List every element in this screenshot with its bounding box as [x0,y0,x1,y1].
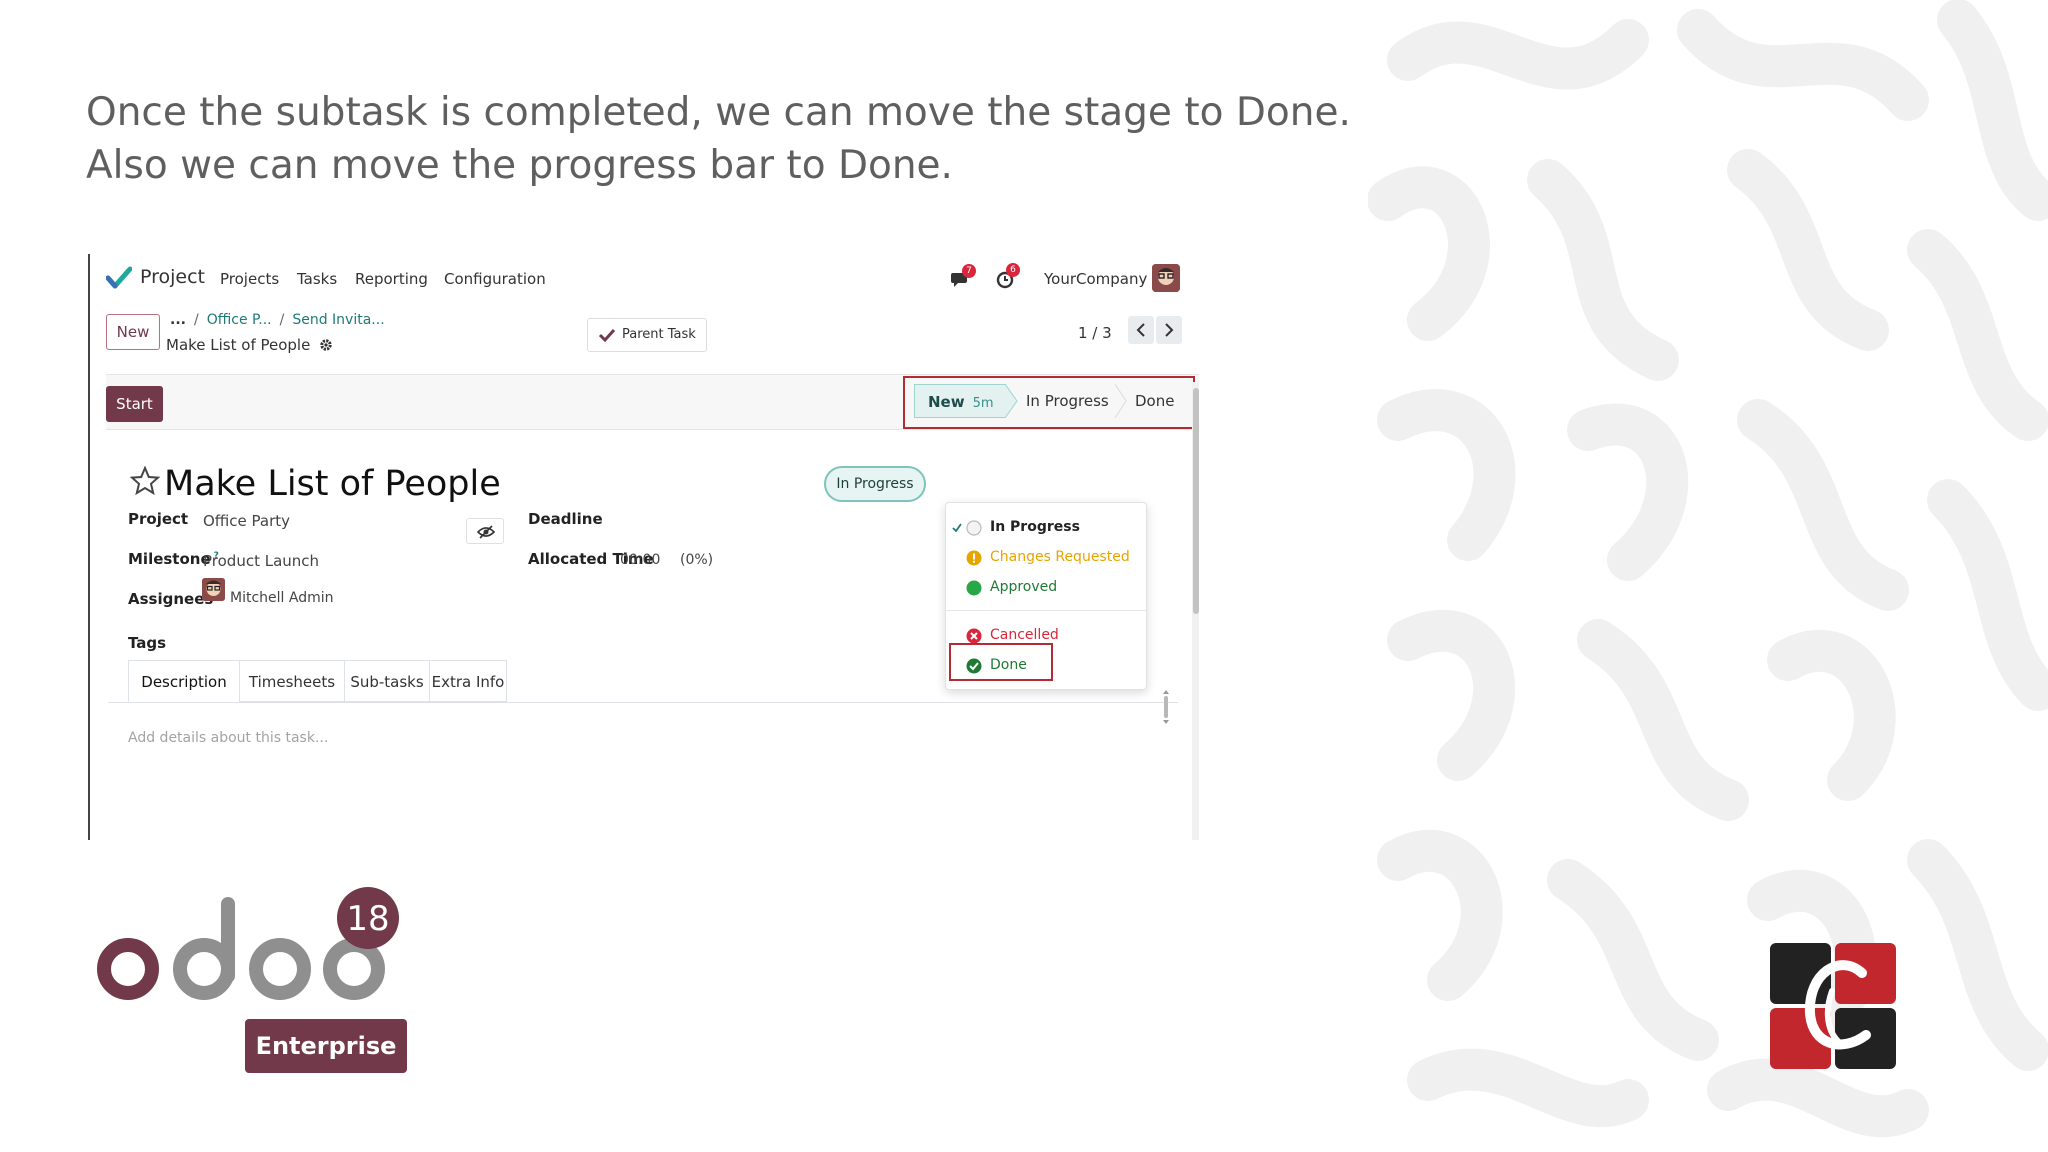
breadcrumb-send-invitations[interactable]: Send Invita... [292,312,384,328]
caption-line-2: Also we can move the progress bar to Don… [86,143,953,188]
deadline-label: Deadline [528,510,603,528]
brand-logo [1770,943,1896,1069]
record-name: Make List of People [166,336,333,354]
pager-next-button[interactable] [1156,316,1182,344]
dropdown-divider [946,610,1146,611]
eye-slash-icon [477,525,495,539]
x-circle-icon [966,628,982,644]
caption-line-1: Once the subtask is completed, we can mo… [86,90,1351,135]
control-panel: New ... / Office P... / Send Invita... Make … [90,300,1199,374]
tabs-divider [108,702,1178,703]
state-option-cancelled-label: Cancelled [990,627,1059,643]
menu-projects[interactable]: Projects [220,270,279,288]
check-icon [599,328,615,342]
parent-task-button[interactable]: Parent Task [587,318,707,352]
menu-reporting[interactable]: Reporting [355,270,428,288]
empty-circle-icon [966,520,982,536]
visibility-toggle[interactable] [466,518,504,544]
allocated-time-percent: (0%) [680,552,714,568]
breadcrumb: ... / Office P... / Send Invita... [170,312,385,328]
project-label: Project [128,510,189,528]
milestone-label-text: Milestone [128,550,211,568]
state-selector[interactable]: In Progress [824,466,926,502]
messages-icon[interactable]: 7 [950,264,976,290]
allocated-time-field[interactable]: 00:00 [620,552,660,568]
description-editor[interactable]: Add details about this task... [128,730,328,746]
project-field[interactable]: Office Party [203,512,290,530]
state-option-in-progress[interactable]: In Progress [946,515,1146,541]
tab-sub-tasks[interactable]: Sub-tasks [344,660,430,702]
state-option-changes-requested[interactable]: Changes Requested [946,545,1146,571]
menu-tasks[interactable]: Tasks [297,270,337,288]
dropdown-scrollbar[interactable] [1162,690,1170,724]
parent-task-label: Parent Task [622,327,696,342]
tab-description[interactable]: Description [128,660,240,702]
menu-configuration[interactable]: Configuration [444,270,546,288]
messages-badge: 7 [962,264,976,278]
tab-extra-info[interactable]: Extra Info [429,660,507,702]
done-highlight-box [949,643,1053,681]
project-app-icon[interactable] [106,266,132,290]
checkmark-icon [952,523,962,532]
status-bar: Start New 5m In Progress Done [106,374,1199,430]
assignee-avatar [202,578,225,601]
state-option-changes-requested-label: Changes Requested [990,549,1130,565]
breadcrumb-more[interactable]: ... [170,312,186,328]
task-title[interactable]: Make List of People [164,464,501,504]
state-option-approved-label: Approved [990,579,1058,595]
state-option-approved[interactable]: Approved [946,575,1146,601]
top-navbar: Project Projects Tasks Reporting Configu… [90,254,1199,300]
company-switcher[interactable]: YourCompany [1044,270,1147,288]
pager-previous-button[interactable] [1128,316,1154,344]
app-name[interactable]: Project [140,266,205,288]
form-scrollbar[interactable] [1192,382,1199,840]
decorative-pattern [1368,0,2048,1138]
exclamation-circle-icon [966,550,982,566]
user-avatar[interactable] [1152,264,1180,292]
breadcrumb-office-party[interactable]: Office P... [207,312,272,328]
activities-clock-icon[interactable]: 6 [996,263,1020,290]
state-dropdown: In Progress Changes Requested Approved C… [945,502,1147,690]
star-icon[interactable] [130,466,160,496]
chevron-left-icon [1136,323,1145,337]
enterprise-badge: Enterprise [245,1019,407,1073]
stage-highlight-box [903,376,1195,429]
gear-icon[interactable] [319,338,333,352]
tags-label: Tags [128,634,167,652]
tab-timesheets[interactable]: Timesheets [239,660,345,702]
assignees-label: Assignees [128,590,214,608]
start-button[interactable]: Start [106,386,163,422]
green-circle-icon [966,580,982,596]
record-name-text: Make List of People [166,336,311,354]
chevron-right-icon [1165,323,1174,337]
new-button[interactable]: New [106,314,160,350]
activities-badge: 6 [1006,263,1020,277]
milestone-field[interactable]: Product Launch [203,552,319,570]
state-option-in-progress-label: In Progress [990,519,1080,535]
slide-caption: Once the subtask is completed, we can mo… [86,86,1351,192]
pager-value[interactable]: 1 / 3 [1078,324,1112,342]
odoo-version: 18 [346,899,389,939]
assignees-field[interactable]: Mitchell Admin [230,590,334,606]
